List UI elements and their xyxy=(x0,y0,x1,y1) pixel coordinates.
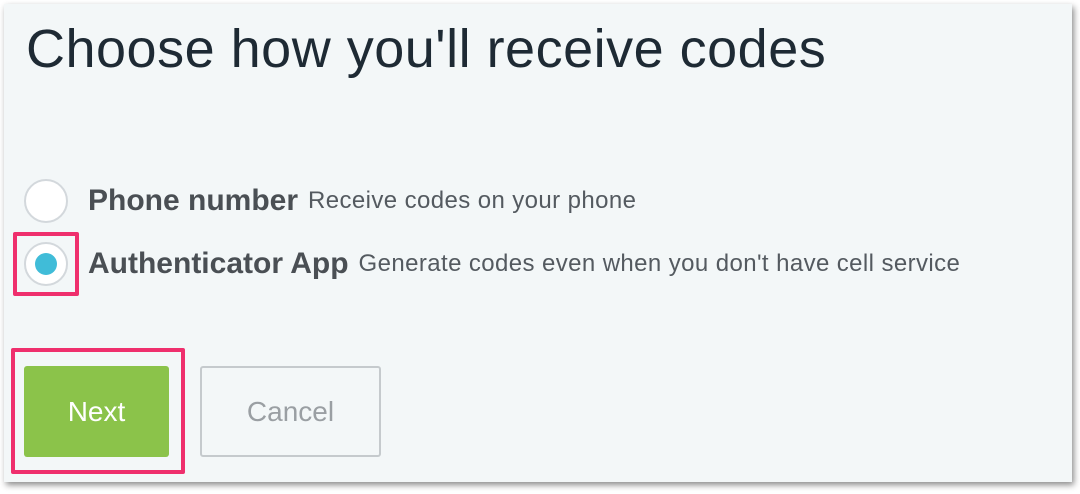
radio-selected-dot xyxy=(35,253,57,275)
radio-phone-number[interactable] xyxy=(24,179,68,223)
page-title: Choose how you'll receive codes xyxy=(26,19,827,79)
option-description: Receive codes on your phone xyxy=(308,187,637,214)
option-label: Authenticator App xyxy=(88,247,349,280)
dialog-panel: Choose how you'll receive codes Phone nu… xyxy=(4,4,1072,482)
option-label: Phone number xyxy=(88,184,299,217)
next-button[interactable]: Next xyxy=(24,366,169,457)
option-authenticator-app[interactable]: Authenticator App Generate codes even wh… xyxy=(24,242,960,286)
option-description: Generate codes even when you don't have … xyxy=(358,250,961,277)
cancel-button[interactable]: Cancel xyxy=(200,366,381,457)
radio-authenticator-app[interactable] xyxy=(24,242,68,286)
option-phone-number[interactable]: Phone number Receive codes on your phone xyxy=(24,179,636,223)
